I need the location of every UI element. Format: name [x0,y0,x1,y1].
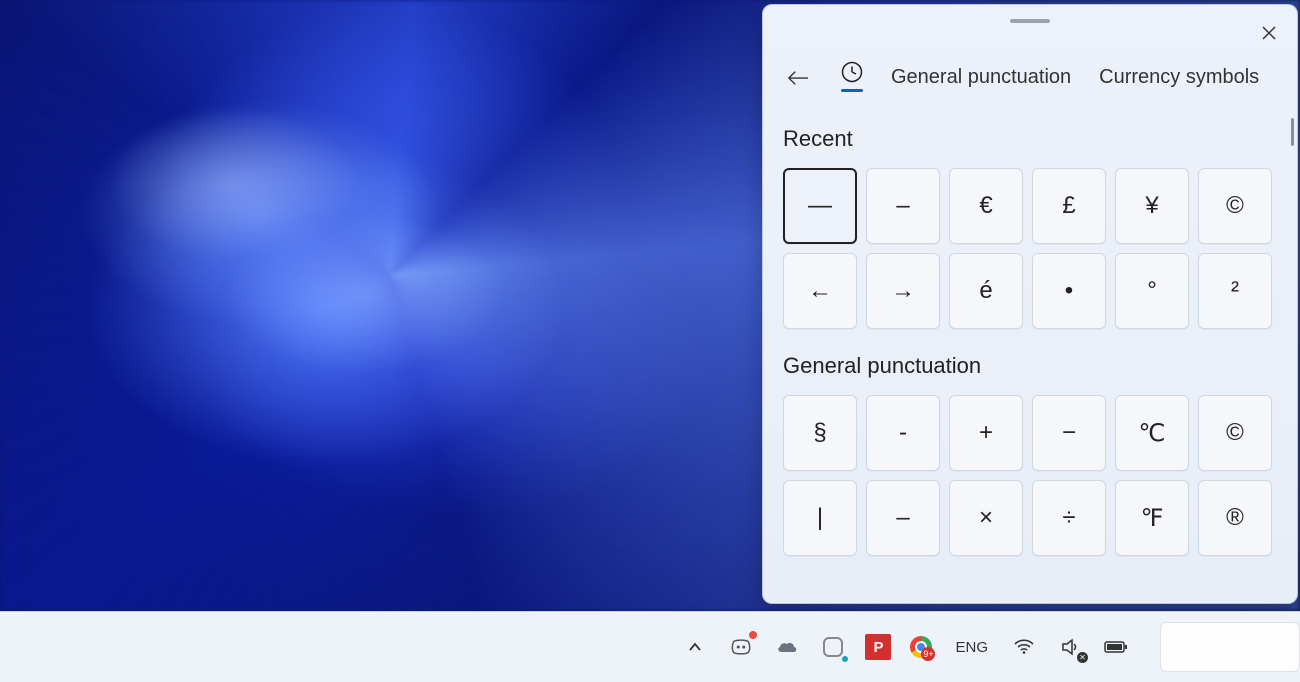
symbol-key[interactable]: § [783,395,857,471]
tray-battery[interactable] [1102,633,1130,661]
symbol-key[interactable]: ® [1198,480,1272,556]
tray-onedrive[interactable] [773,633,801,661]
taskbar-clock-area[interactable] [1160,622,1300,672]
tray-discord[interactable] [727,633,755,661]
symbol-picker-panel: General punctuation Currency symbols Rec… [762,4,1298,604]
scrollbar-thumb[interactable] [1291,118,1294,146]
symbol-key[interactable]: × [949,480,1023,556]
tray-wifi[interactable] [1010,633,1038,661]
notification-dot-icon [749,631,757,639]
symbol-key[interactable]: ¥ [1115,168,1189,244]
discord-icon [730,638,752,656]
symbol-key[interactable]: ← [783,253,857,329]
section-title-recent: Recent [783,126,1277,152]
clock-icon [841,61,863,83]
panel-tabs: General punctuation Currency symbols [763,31,1297,104]
system-tray: P 9+ ENG ✕ [681,622,1300,672]
notification-badge: 9+ [921,647,935,661]
general-punctuation-grid: §-+−℃© |–×÷℉® [783,395,1277,556]
back-arrow-icon [787,69,809,87]
back-button[interactable] [783,63,813,93]
copilot-icon [823,637,843,657]
symbol-key[interactable]: ² [1198,253,1272,329]
tray-volume[interactable]: ✕ [1056,633,1084,661]
close-icon [1262,26,1276,40]
symbol-key[interactable]: – [866,480,940,556]
symbol-key[interactable]: — [783,168,857,244]
symbol-key[interactable]: © [1198,395,1272,471]
symbol-key[interactable]: - [866,395,940,471]
symbol-key[interactable]: – [866,168,940,244]
panel-drag-handle[interactable] [1010,19,1050,23]
symbol-key[interactable]: ℃ [1115,395,1189,471]
tray-overflow-button[interactable] [681,633,709,661]
symbol-key[interactable]: • [1032,253,1106,329]
mute-indicator-icon: ✕ [1077,652,1088,663]
recent-symbols-grid: —–€£¥© ←→é•°² [783,168,1277,329]
panel-content: Recent —–€£¥©←→é•°² General punctuation … [763,104,1297,603]
tray-p-app[interactable]: P [865,634,891,660]
symbol-key[interactable]: + [949,395,1023,471]
close-button[interactable] [1255,19,1283,47]
tray-chrome-app[interactable]: 9+ [909,635,933,659]
tab-currency-symbols[interactable]: Currency symbols [1099,66,1259,89]
symbol-key[interactable]: € [949,168,1023,244]
tab-general-punctuation[interactable]: General punctuation [891,66,1071,89]
cloud-icon [775,639,799,655]
tray-copilot[interactable] [819,633,847,661]
symbol-key[interactable]: ℉ [1115,480,1189,556]
symbol-key[interactable]: − [1032,395,1106,471]
status-dot-icon [840,654,850,664]
symbol-key[interactable]: → [866,253,940,329]
battery-icon [1104,640,1128,654]
symbol-key[interactable]: £ [1032,168,1106,244]
symbol-key[interactable]: | [783,480,857,556]
section-title-general-punctuation: General punctuation [783,353,1277,379]
symbol-key[interactable]: é [949,253,1023,329]
symbol-key[interactable]: ° [1115,253,1189,329]
tab-recent[interactable] [841,61,863,94]
symbol-key[interactable]: ÷ [1032,480,1106,556]
wifi-icon [1014,639,1034,655]
speaker-icon [1061,638,1079,656]
symbol-key[interactable]: © [1198,168,1272,244]
chevron-up-icon [688,640,702,654]
tab-active-indicator [841,89,863,92]
language-indicator[interactable]: ENG [951,633,992,661]
taskbar: P 9+ ENG ✕ [0,611,1300,682]
